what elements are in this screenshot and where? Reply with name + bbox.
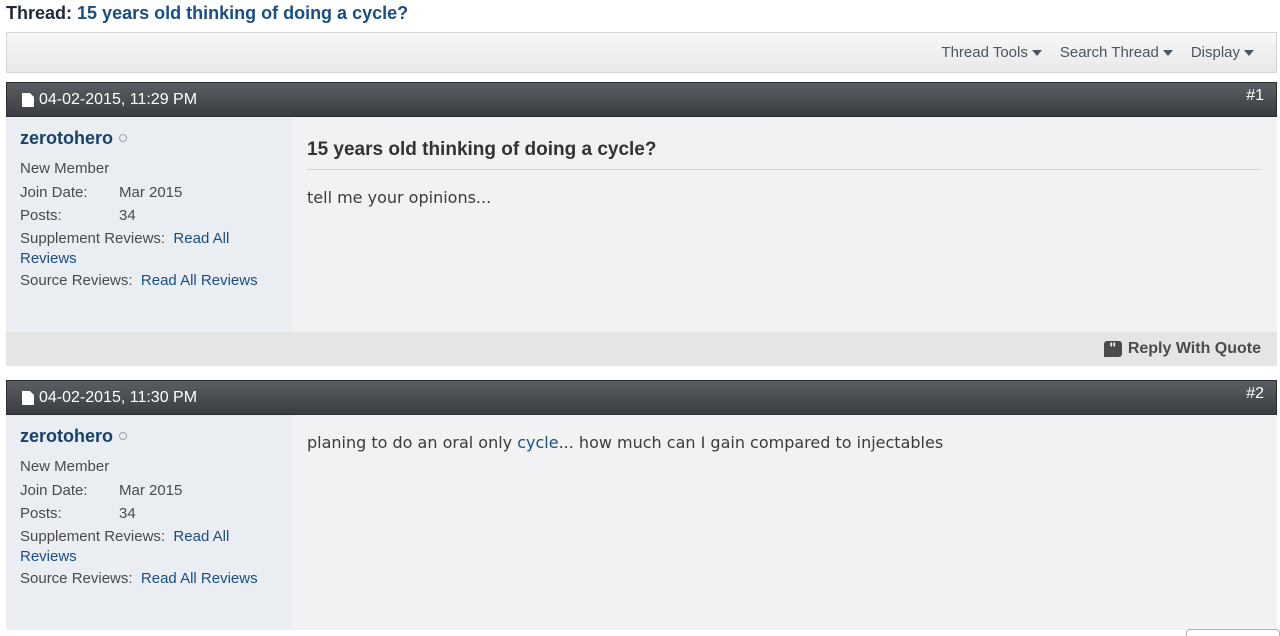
user-info: zerotohero New Member Join Date: Mar 201… — [6, 117, 292, 332]
display-menu[interactable]: Display — [1191, 44, 1254, 61]
post-date: 04-02-2015, 11:29 PM — [22, 83, 197, 116]
supplement-reviews-row: Supplement Reviews: Read All Reviews — [20, 229, 278, 269]
search-thread-menu[interactable]: Search Thread — [1060, 44, 1173, 61]
join-date-row: Join Date: Mar 2015 — [20, 481, 278, 501]
source-reviews-link[interactable]: Read All Reviews — [141, 570, 258, 587]
user-stats: Join Date: Mar 2015 Posts: 34 Supplement… — [20, 481, 278, 589]
username-link[interactable]: zerotohero — [20, 426, 113, 447]
post-footer: " Reply With Quote — [6, 332, 1277, 366]
caret-down-icon — [1031, 49, 1042, 56]
supplement-reviews-link[interactable]: Read All — [173, 230, 229, 247]
post-body: zerotohero New Member Join Date: Mar 201… — [6, 117, 1277, 332]
source-reviews-row: Source Reviews: Read All Reviews — [20, 271, 278, 291]
thread-tools-label: Thread Tools — [941, 44, 1028, 61]
post-message-text-cont: ... how much can I gain compared to inje… — [558, 433, 944, 452]
post-title: 15 years old thinking of doing a cycle? — [307, 139, 1262, 170]
user-info: zerotohero New Member Join Date: Mar 201… — [6, 415, 292, 630]
reply-with-quote-label: Reply With Quote — [1127, 340, 1261, 357]
caret-down-icon — [1244, 49, 1254, 56]
bottom-right-widget[interactable] — [1186, 629, 1280, 636]
join-date-value: Mar 2015 — [119, 184, 183, 201]
posts-label: Posts: — [20, 505, 62, 522]
cycle-link[interactable]: cycle — [517, 433, 558, 452]
supplement-reviews-link[interactable]: Read All — [173, 528, 229, 545]
post-message-text: planing to do an oral only — [307, 433, 518, 452]
username-row: zerotohero — [20, 425, 278, 447]
post-date-text: 04-02-2015, 11:29 PM — [39, 90, 198, 108]
posts-value: 34 — [119, 207, 136, 224]
posts-value: 34 — [119, 505, 136, 522]
username-link[interactable]: zerotohero — [20, 128, 113, 149]
post-content: planing to do an oral only cycle... how … — [292, 415, 1277, 630]
join-date-value: Mar 2015 — [119, 482, 183, 499]
post-date: 04-02-2015, 11:30 PM — [22, 381, 197, 414]
user-title: New Member — [20, 160, 110, 177]
thread-toolbar: Thread Tools Search Thread Display — [6, 32, 1277, 73]
source-reviews-row: Source Reviews: Read All Reviews — [20, 569, 278, 589]
reply-with-quote-button[interactable]: " Reply With Quote — [1103, 332, 1261, 366]
source-reviews-link[interactable]: Read All Reviews — [141, 272, 258, 289]
join-date-label: Join Date: — [20, 184, 88, 201]
user-stats: Join Date: Mar 2015 Posts: 34 Supplement… — [20, 183, 278, 291]
search-thread-label: Search Thread — [1059, 44, 1159, 61]
quote-icon: " — [1103, 341, 1122, 357]
caret-down-icon — [1162, 49, 1173, 56]
post-number-link[interactable]: #1 — [1246, 87, 1264, 105]
post-head: 04-02-2015, 11:30 PM #2 — [6, 380, 1277, 415]
posts-row: Posts: 34 — [20, 504, 278, 524]
post-date-text: 04-02-2015, 11:30 PM — [39, 388, 198, 406]
join-date-row: Join Date: Mar 2015 — [20, 183, 278, 203]
thread-prefix: Thread: — [6, 3, 73, 23]
supplement-reviews-row: Supplement Reviews: Read All Reviews — [20, 527, 278, 567]
post-content: 15 years old thinking of doing a cycle? … — [292, 117, 1277, 332]
supplement-reviews-link-cont[interactable]: Reviews — [20, 548, 77, 565]
post-2: 04-02-2015, 11:30 PM #2 zerotohero New M… — [6, 380, 1277, 630]
thread-tools-menu[interactable]: Thread Tools — [941, 44, 1042, 61]
thread-header: Thread: 15 years old thinking of doing a… — [6, 0, 408, 28]
posts-row: Posts: 34 — [20, 206, 278, 226]
supplement-reviews-label: Supplement Reviews: — [20, 230, 166, 247]
source-reviews-label: Source Reviews: — [20, 272, 133, 289]
post-message: tell me your opinions... — [307, 188, 492, 207]
supplement-reviews-link-cont[interactable]: Reviews — [20, 250, 77, 267]
offline-status-icon — [119, 134, 128, 142]
user-title: New Member — [20, 458, 110, 475]
post-message: planing to do an oral only cycle... how … — [307, 433, 1262, 452]
post-number-link[interactable]: #2 — [1246, 385, 1264, 403]
supplement-reviews-label: Supplement Reviews: — [20, 528, 166, 545]
post-body: zerotohero New Member Join Date: Mar 201… — [6, 415, 1277, 630]
post-1: 04-02-2015, 11:29 PM #1 zerotohero New M… — [6, 82, 1277, 366]
document-icon — [22, 92, 34, 107]
offline-status-icon — [119, 432, 128, 440]
post-head: 04-02-2015, 11:29 PM #1 — [6, 82, 1277, 117]
posts-label: Posts: — [20, 207, 62, 224]
document-icon — [22, 390, 34, 405]
thread-title[interactable]: 15 years old thinking of doing a cycle? — [77, 3, 408, 23]
source-reviews-label: Source Reviews: — [20, 570, 133, 587]
display-label: Display — [1190, 44, 1240, 61]
username-row: zerotohero — [20, 127, 278, 149]
join-date-label: Join Date: — [20, 482, 88, 499]
